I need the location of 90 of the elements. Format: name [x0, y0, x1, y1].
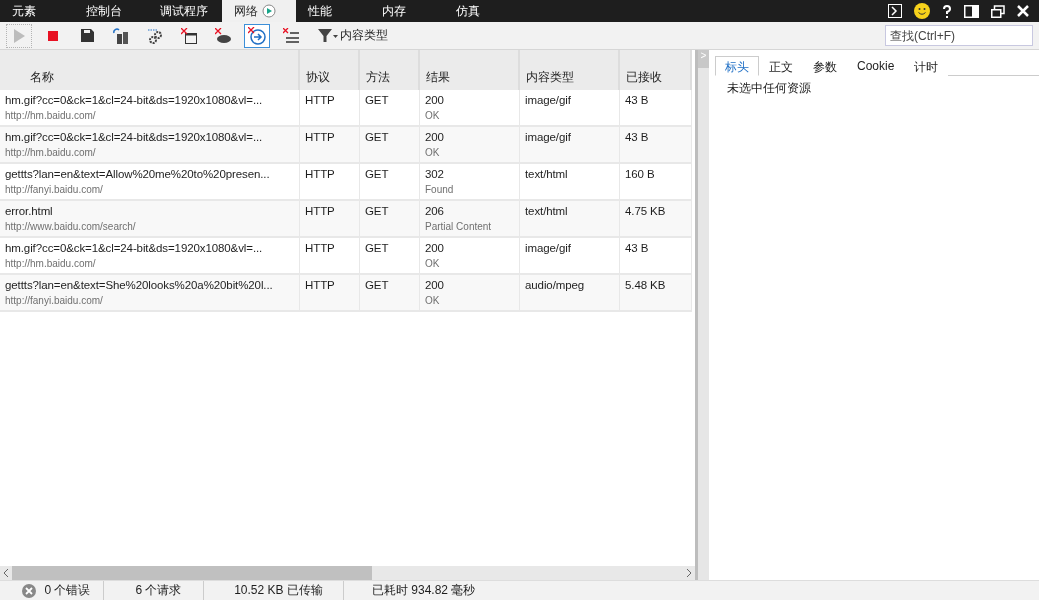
restore-icon[interactable] — [991, 4, 1005, 18]
status-code: 200 — [425, 130, 445, 145]
close-icon[interactable] — [1017, 5, 1029, 17]
received-size: 4.75 KB — [625, 204, 667, 219]
column-header[interactable]: 已接收 — [620, 50, 692, 90]
method-text: GET — [365, 204, 390, 219]
request-count: 6 个请求 — [135, 582, 182, 599]
clear-cache-icon — [215, 27, 231, 44]
tool-tab[interactable]: 元素 — [0, 0, 74, 22]
clear-window-icon — [181, 27, 197, 44]
status-code: 200 — [425, 93, 445, 108]
gears-icon — [147, 27, 163, 44]
clear-list-icon — [283, 27, 299, 44]
request-name: gettts?lan=en&text=Allow%20me%20to%20presen... — [5, 167, 271, 182]
status-text: Found — [425, 183, 455, 197]
request-host: http://fanyi.baidu.com/ — [5, 294, 104, 308]
empty-message: 未选中任何资源 — [726, 80, 812, 97]
tool-tab[interactable]: 性能 — [296, 0, 370, 22]
content-type: text/html — [525, 167, 569, 182]
received-size: 43 B — [625, 241, 650, 256]
request-host: http://fanyi.baidu.com/ — [5, 183, 104, 197]
console-icon[interactable] — [888, 4, 902, 18]
content-type: image/gif — [525, 93, 572, 108]
request-name: hm.gif?cc=0&ck=1&cl=24-bit&ds=1920x1080&vl=... — [5, 241, 264, 256]
tool-tab[interactable]: 内存 — [370, 0, 444, 22]
transferred-size: 10.52 KB 已传输 — [234, 582, 323, 599]
column-header[interactable]: 内容类型 — [520, 50, 620, 90]
save-icon — [80, 29, 94, 42]
content-type: audio/mpeg — [525, 278, 586, 293]
protocol-text: HTTP — [305, 93, 336, 108]
method-text: GET — [365, 241, 390, 256]
protocol-text: HTTP — [305, 204, 336, 219]
column-header[interactable]: 结果 — [420, 50, 520, 90]
received-size: 160 B — [625, 167, 656, 182]
stop-icon — [48, 30, 58, 41]
request-name: error.html — [5, 204, 54, 219]
filter-icon[interactable] — [318, 28, 338, 43]
received-size: 43 B — [625, 93, 650, 108]
dock-icon[interactable] — [964, 4, 979, 18]
method-text: GET — [365, 130, 390, 145]
column-header[interactable]: 协议 — [300, 50, 360, 90]
status-text: OK — [425, 257, 441, 271]
error-count: 0 个错误 — [44, 582, 91, 599]
request-host: http://hm.baidu.com/ — [5, 146, 97, 160]
request-name: hm.gif?cc=0&ck=1&cl=24-bit&ds=1920x1080&vl=... — [5, 93, 264, 108]
status-text: OK — [425, 294, 441, 308]
method-text: GET — [365, 278, 390, 293]
status-code: 206 — [425, 204, 445, 219]
method-text: GET — [365, 93, 390, 108]
details-tab[interactable]: 标头 — [715, 56, 759, 76]
column-header[interactable]: 名称 — [0, 50, 300, 90]
status-text: OK — [425, 146, 441, 160]
tool-tab[interactable]: 仿真 — [444, 0, 518, 22]
content-type: text/html — [525, 204, 569, 219]
request-host: http://hm.baidu.com/ — [5, 257, 97, 271]
clear-navigation-icon — [248, 26, 266, 45]
protocol-text: HTTP — [305, 278, 336, 293]
column-header[interactable]: 方法 — [360, 50, 420, 90]
received-size: 5.48 KB — [625, 278, 667, 293]
content-type: image/gif — [525, 241, 572, 256]
request-name: hm.gif?cc=0&ck=1&cl=24-bit&ds=1920x1080&vl=... — [5, 130, 264, 145]
tool-tab[interactable]: 调试程序 — [148, 0, 222, 22]
help-icon[interactable] — [942, 4, 952, 18]
request-host: http://www.baidu.com/search/ — [5, 220, 137, 234]
request-host: http://hm.baidu.com/ — [5, 109, 97, 123]
received-size: 43 B — [625, 130, 650, 145]
status-code: 302 — [425, 167, 445, 182]
horizontal-scrollbar[interactable] — [0, 566, 695, 580]
protocol-text: HTTP — [305, 130, 336, 145]
status-code: 200 — [425, 241, 445, 256]
filter-label: 内容类型 — [340, 27, 388, 44]
request-name: gettts?lan=en&text=She%20looks%20a%20bit%20l... — [5, 278, 274, 293]
play-icon — [13, 28, 25, 43]
status-text: OK — [425, 109, 441, 123]
recording-icon — [262, 4, 276, 18]
smiley-icon[interactable] — [914, 3, 930, 19]
elapsed-time: 已耗时 934.82 毫秒 — [372, 582, 476, 599]
refresh-icon — [113, 27, 129, 44]
content-type: image/gif — [525, 130, 572, 145]
search-field[interactable]: 查找(Ctrl+F) — [885, 25, 1033, 46]
tool-tab[interactable]: 网络 — [222, 0, 296, 22]
scrollbar-thumb[interactable] — [12, 566, 372, 580]
error-icon — [22, 583, 37, 598]
protocol-text: HTTP — [305, 167, 336, 182]
status-text: Partial Content — [425, 220, 493, 234]
method-text: GET — [365, 167, 390, 182]
status-code: 200 — [425, 278, 445, 293]
tool-tab[interactable]: 控制台 — [74, 0, 148, 22]
protocol-text: HTTP — [305, 241, 336, 256]
toolbar-button[interactable] — [244, 23, 270, 48]
